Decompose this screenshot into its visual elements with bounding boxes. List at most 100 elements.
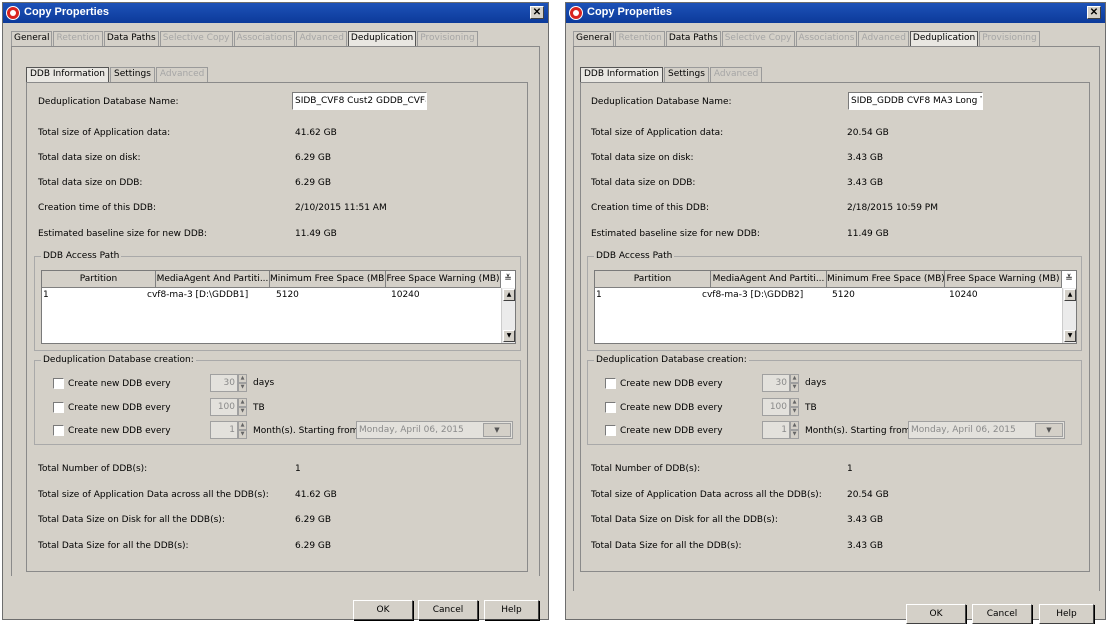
tab-settings[interactable]: Settings [664,67,709,82]
ddb-name-field[interactable]: SIDB_CVF8 Cust2 GDDB_CVF8 [292,92,427,110]
tab-retention: Retention [615,31,665,46]
spin-down-icon[interactable]: ▼ [790,407,799,416]
column-header[interactable]: Free Space Warning (MB) [945,271,1062,288]
column-header[interactable]: Free Space Warning (MB) [386,271,501,288]
help-button[interactable]: Help [484,600,539,620]
vertical-scrollbar[interactable]: ▲ ▼ [501,288,515,343]
info-value: 3.43 GB [847,153,884,163]
tab-data-paths[interactable]: Data Paths [665,31,721,46]
spin-down-icon[interactable]: ▼ [238,430,247,439]
info-label: Total data size on disk: [591,153,694,163]
tab-general[interactable]: General [11,31,53,46]
column-chooser-icon[interactable]: ≚ [502,272,514,287]
months-stepper[interactable]: 1 ▲ ▼ [210,421,248,439]
help-button[interactable]: Help [1039,604,1094,624]
table-cell: 1 [43,290,49,300]
start-date-picker[interactable]: Monday, April 06, 2015 ▼ [356,421,513,439]
tab-data-paths[interactable]: Data Paths [103,31,159,46]
ddb-name-field[interactable]: SIDB_GDDB CVF8 MA3 Long Term [848,92,983,110]
close-button[interactable]: ✕ [1087,6,1101,19]
chevron-down-icon[interactable]: ▼ [1035,423,1063,437]
months-value: 1 [762,421,790,439]
group-title: DDB Access Path [594,251,675,261]
create-ddb-months-checkbox[interactable] [605,425,616,436]
months-stepper[interactable]: 1 ▲ ▼ [762,421,800,439]
totals-label: Total size of Application Data across al… [591,490,822,500]
chevron-down-icon[interactable]: ▼ [483,423,511,437]
column-header[interactable]: MediaAgent And Partiti... [156,271,270,288]
column-header[interactable]: Partition [595,271,711,288]
create-ddb-days-checkbox[interactable] [53,378,64,389]
column-header[interactable]: MediaAgent And Partiti... [711,271,827,288]
create-ddb-months-checkbox[interactable] [53,425,64,436]
ok-button[interactable]: OK [353,600,413,620]
info-value: 2/18/2015 10:59 PM [847,203,938,213]
column-header[interactable]: Minimum Free Space (MB) [827,271,945,288]
tab-associations: Associations [795,31,858,46]
column-header[interactable]: Minimum Free Space (MB) [270,271,386,288]
create-ddb-tb-checkbox[interactable] [605,402,616,413]
info-value: 2/10/2015 11:51 AM [295,203,387,213]
days-stepper[interactable]: 30 ▲ ▼ [210,374,248,392]
title-bar: Copy Properties ✕ [3,3,548,23]
days-stepper[interactable]: 30 ▲ ▼ [762,374,800,392]
title-bar: Copy Properties ✕ [566,3,1105,23]
spin-down-icon[interactable]: ▼ [238,383,247,392]
create-ddb-days-checkbox[interactable] [605,378,616,389]
spin-up-icon[interactable]: ▲ [790,398,799,407]
spin-up-icon[interactable]: ▲ [790,421,799,430]
scroll-down-icon[interactable]: ▼ [1064,330,1076,342]
tab-selective-copy: Selective Copy [721,31,795,46]
tab-deduplication[interactable]: Deduplication [347,31,417,46]
start-date-picker[interactable]: Monday, April 06, 2015 ▼ [908,421,1065,439]
tb-stepper[interactable]: 100 ▲ ▼ [210,398,248,416]
inner-tab-strip: DDB Information Settings Advanced [26,67,209,82]
cancel-button[interactable]: Cancel [972,604,1032,624]
info-label: Creation time of this DDB: [591,203,710,213]
table-header: Partition MediaAgent And Partiti... Mini… [42,271,501,288]
info-label: Total data size on DDB: [38,178,143,188]
info-label: Total size of Application data: [38,128,171,138]
totals-value: 6.29 GB [295,515,332,525]
spin-down-icon[interactable]: ▼ [238,407,247,416]
create-ddb-label: Create new DDB every [68,403,171,413]
spin-up-icon[interactable]: ▲ [238,421,247,430]
totals-label: Total Number of DDB(s): [38,464,148,474]
tab-settings[interactable]: Settings [110,67,155,82]
unit-label: TB [805,403,817,413]
totals-value: 3.43 GB [847,541,884,551]
spin-down-icon[interactable]: ▼ [790,430,799,439]
table-row[interactable]: 1 cvf8-ma-3 [D:\GDDB2] 5120 10240 [595,289,1048,302]
tb-value: 100 [210,398,238,416]
scroll-up-icon[interactable]: ▲ [503,289,515,301]
close-button[interactable]: ✕ [530,6,544,19]
tb-stepper[interactable]: 100 ▲ ▼ [762,398,800,416]
scroll-down-icon[interactable]: ▼ [503,330,515,342]
dialog-title: Copy Properties [24,6,109,18]
tab-deduplication[interactable]: Deduplication [909,31,979,46]
unit-label: TB [253,403,265,413]
table-row[interactable]: 1 cvf8-ma-3 [D:\GDDB1] 5120 10240 [42,289,490,302]
vertical-scrollbar[interactable]: ▲ ▼ [1062,288,1076,343]
column-header[interactable]: Partition [42,271,156,288]
app-logo-icon [569,6,583,20]
spin-up-icon[interactable]: ▲ [238,374,247,383]
top-tab-strip: General Retention Data Paths Selective C… [573,31,1041,46]
table-cell: cvf8-ma-3 [D:\GDDB2] [702,290,804,300]
scroll-up-icon[interactable]: ▲ [1064,289,1076,301]
spin-down-icon[interactable]: ▼ [790,383,799,392]
create-ddb-tb-checkbox[interactable] [53,402,64,413]
tab-advanced: Advanced [858,31,909,46]
tab-inner-advanced: Advanced [155,67,209,82]
spin-up-icon[interactable]: ▲ [790,374,799,383]
tab-ddb-information[interactable]: DDB Information [580,67,663,82]
info-value: 11.49 GB [295,229,337,239]
tab-ddb-information[interactable]: DDB Information [26,67,109,82]
cancel-button[interactable]: Cancel [418,600,478,620]
tab-general[interactable]: General [573,31,615,46]
spin-up-icon[interactable]: ▲ [238,398,247,407]
totals-value: 3.43 GB [847,515,884,525]
column-chooser-icon[interactable]: ≚ [1063,272,1075,287]
group-title: Deduplication Database creation: [594,355,749,365]
ok-button[interactable]: OK [906,604,966,624]
